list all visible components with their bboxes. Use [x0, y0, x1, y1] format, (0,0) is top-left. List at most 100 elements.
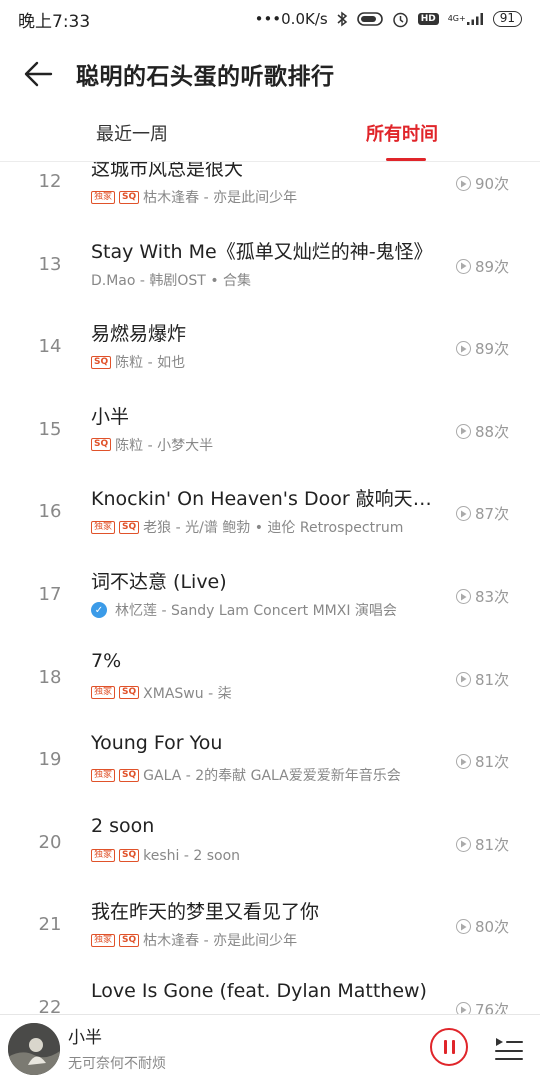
song-subtitle: D.Mao - 韩剧OST • 合集 [91, 270, 451, 290]
pause-button[interactable] [430, 1028, 468, 1066]
song-row[interactable]: 19 Young For You 独家 SQ GALA - 2的奉献 GALA爱爱爱新年… [0, 727, 540, 810]
play-count-text: 83次 [475, 588, 510, 606]
sq-badge: SQ [91, 355, 112, 369]
song-subtitle: 独家 SQ 枯木逢春 - 亦是此间少年 [91, 930, 451, 950]
song-row[interactable]: 22Love Is Gone (feat. Dylan Matthew)SLAN… [0, 975, 540, 1014]
song-title: 这城市风总是很大 [91, 162, 244, 180]
sq-badge: SQ [91, 438, 112, 452]
play-count: 89次 [456, 338, 532, 359]
play-count-text: 76次 [475, 1001, 510, 1014]
exclusive-badge: 独家 [91, 520, 116, 534]
play-count-icon [456, 506, 471, 522]
song-list[interactable]: 12 这城市风总是很大 独家 SQ 枯木逢春 - 亦是此间少年 90次 13 Stay Wit… [0, 162, 540, 1014]
artist-album-text: D.Mao - 韩剧OST • 合集 [91, 272, 252, 289]
play-count: 76次 [456, 999, 532, 1014]
status-icons: •••0.0K/s HD 4G+ 91 [255, 10, 522, 28]
signal-icon: 4G+ [448, 12, 484, 26]
song-rank: 19 [38, 749, 62, 771]
song-row[interactable]: 12 这城市风总是很大独家 SQ 枯木逢春 - 亦是此间少年 90次 [0, 162, 540, 232]
play-count-text: 90次 [475, 175, 510, 193]
sq-badge: SQ [119, 520, 140, 534]
exclusive-badge: 独家 [91, 768, 116, 782]
song-rank: 22 [38, 997, 62, 1014]
album-art[interactable] [8, 1023, 60, 1075]
song-rank: 16 [38, 501, 62, 523]
artist-album-text: 老狼 - 光/谱 鲍勃 • 迪伦 Retrospectrum [143, 520, 404, 537]
exclusive-badge: 独家 [91, 849, 116, 863]
song-title: 易燃易爆炸 [91, 323, 187, 346]
play-count: 81次 [456, 751, 532, 772]
song-title: Stay With Me《孤单又灿烂的神-鬼怪》 [91, 240, 433, 263]
song-row[interactable]: 20 2 soon 独家 SQ keshi - 2 soon 81次 [0, 810, 540, 893]
play-count: 87次 [456, 503, 532, 524]
song-subtitle: 独家 SQ 枯木逢春 - 亦是此间少年 [91, 187, 451, 207]
play-count: 80次 [456, 916, 532, 937]
song-subtitle: 独家 SQ XMASwu - 柒 [91, 683, 451, 703]
alarm-icon [392, 11, 409, 28]
song-row[interactable]: 14 易燃易爆炸 SQ 陈粒 - 如也 89次 [0, 314, 540, 397]
play-count-icon [456, 341, 471, 357]
song-rank: 17 [38, 584, 62, 605]
song-row[interactable]: 18 7% 独家 SQ XMASwu - 柒 81次 [0, 645, 540, 728]
song-subtitle: 独家 SQ GALA - 2的奉献 GALA爱爱爱新年音乐会 [91, 765, 451, 785]
toggle-icon [356, 11, 383, 27]
exclusive-badge: 独家 [91, 190, 116, 204]
play-count-text: 87次 [475, 505, 510, 524]
artist-album-text: 枯木逢春 - 亦是此间少年 [143, 190, 298, 206]
hd-icon: HD [417, 13, 439, 25]
play-count: 89次 [456, 256, 532, 277]
song-subtitle: SQ 陈粒 - 如也 [91, 352, 451, 372]
song-title: Knockin' On Heaven's Door 敲响天堂之门 [91, 488, 447, 511]
play-count-icon [456, 258, 471, 274]
bluetooth-icon [337, 11, 348, 27]
exclusive-badge: 独家 [91, 933, 116, 947]
play-count-text: 81次 [475, 753, 510, 772]
song-title: Love Is Gone (feat. Dylan Matthew) [91, 980, 427, 1002]
song-rank: 21 [38, 914, 62, 936]
now-playing-artist: 无可奈何不耐烦 [68, 1056, 166, 1072]
song-rank: 12 [38, 171, 62, 192]
play-count-text: 88次 [475, 422, 510, 441]
tab-recent-week[interactable]: 最近一周 [96, 110, 168, 162]
song-title: 小半 [91, 405, 130, 428]
back-button[interactable] [0, 38, 76, 110]
play-count-text: 81次 [475, 670, 510, 689]
play-count: 90次 [456, 173, 532, 194]
playlist-icon [495, 1038, 523, 1060]
now-playing-title: 小半 [68, 1028, 102, 1048]
song-title: 2 soon [91, 814, 155, 837]
song-rank: 14 [38, 336, 62, 358]
song-row[interactable]: 17 词不达意 (Live) ✓ 林忆莲 - Sandy Lam Concert MM… [0, 562, 540, 645]
status-bar: 晚上7:33 •••0.0K/s HD 4G+ 91 [0, 0, 540, 38]
song-row[interactable]: 21 我在昨天的梦里又看见了你独家 SQ 枯木逢春 - 亦是此间少年 80次 [0, 892, 540, 975]
tab-all-time[interactable]: 所有时间 [366, 110, 438, 162]
song-row[interactable]: 15 小半 SQ 陈粒 - 小梦大半 88次 [0, 397, 540, 480]
network-speed: •••0.0K/s [254, 10, 328, 28]
song-title: Young For You [91, 732, 223, 755]
sq-badge: SQ [119, 768, 140, 782]
song-row[interactable]: 16 Knockin' On Heaven's Door 敲响天堂之门 独家 SQ 老狼… [0, 479, 540, 562]
play-count-icon [456, 1002, 471, 1014]
play-count-text: 80次 [475, 918, 510, 937]
play-count-icon [456, 754, 471, 770]
play-count-icon [456, 423, 471, 439]
play-count-text: 89次 [475, 257, 510, 276]
song-subtitle: ✓ 林忆莲 - Sandy Lam Concert MMXI 演唱会 [91, 600, 451, 620]
header: 聪明的石头蛋的听歌排行 [0, 38, 540, 110]
play-count: 81次 [456, 669, 532, 690]
exclusive-badge: 独家 [91, 686, 116, 700]
back-arrow-icon [24, 61, 53, 87]
playlist-queue-button[interactable] [492, 1033, 524, 1063]
artist-album-text: 林忆莲 - Sandy Lam Concert MMXI 演唱会 [115, 603, 397, 619]
play-count-icon [456, 176, 471, 191]
song-title: 7% [91, 649, 122, 672]
song-title: 我在昨天的梦里又看见了你 [91, 901, 320, 924]
play-count-text: 89次 [475, 340, 510, 359]
artist-album-text: 陈粒 - 小梦大半 [115, 437, 214, 454]
song-subtitle: 独家 SQ 老狼 - 光/谱 鲍勃 • 迪伦 Retrospectrum [91, 517, 451, 537]
active-tab-indicator [386, 158, 426, 161]
mini-player[interactable]: 小半 无可奈何不耐烦 [0, 1014, 540, 1080]
song-row[interactable]: 13 Stay With Me《孤单又灿烂的神-鬼怪》 D.Mao - 韩剧OST … [0, 232, 540, 315]
sq-badge: SQ [119, 190, 140, 204]
battery-indicator: 91 [492, 11, 522, 27]
